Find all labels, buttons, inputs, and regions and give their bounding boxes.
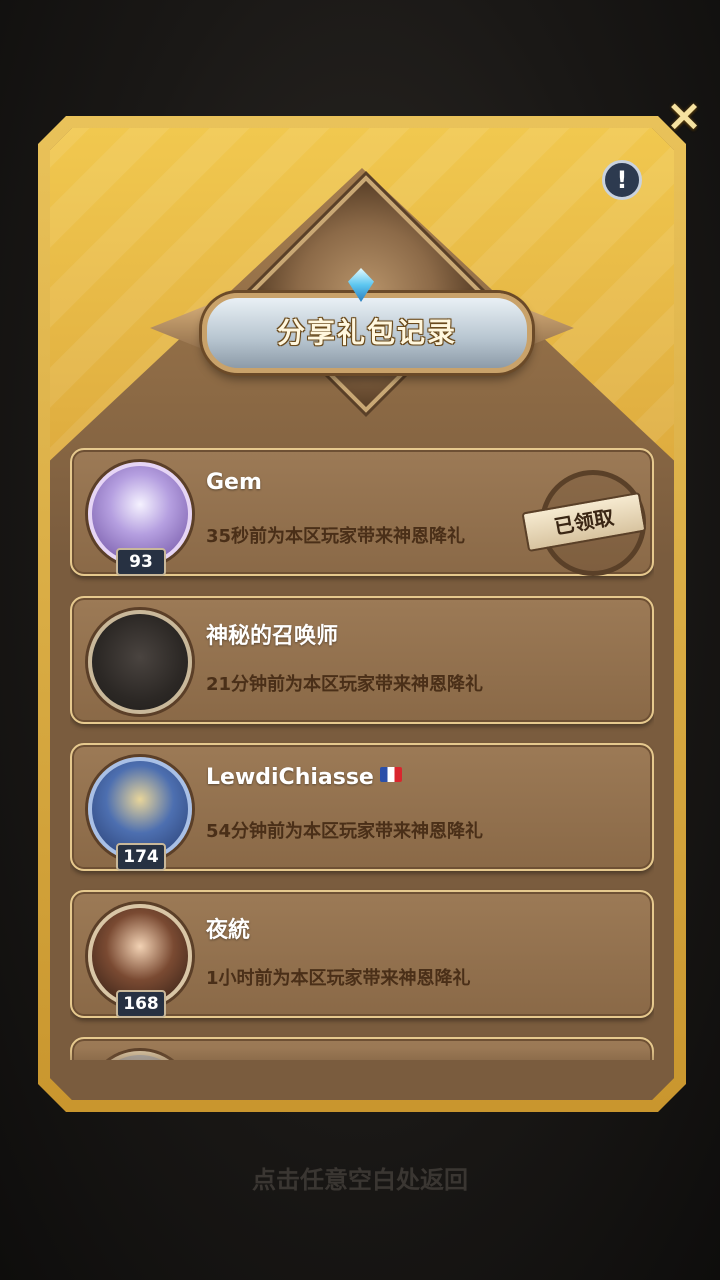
france-flag-icon xyxy=(379,767,402,782)
record-row: 93 Gem 35秒前为本区玩家带来神恩降礼 已领取 xyxy=(70,448,654,576)
record-row: 神秘的召唤师 21分钟前为本区玩家带来神恩降礼 xyxy=(70,596,654,724)
level-badge: 93 xyxy=(116,548,166,576)
info-icon[interactable]: ! xyxy=(602,160,642,200)
dialog-body: 分享礼包记录 ! 93 Gem 35秒前为本区玩家带来神恩降礼 已领取 神秘的召… xyxy=(50,128,674,1100)
level-badge: 174 xyxy=(116,843,166,871)
share-gift-record-dialog: 分享礼包记录 ! 93 Gem 35秒前为本区玩家带来神恩降礼 已领取 神秘的召… xyxy=(38,116,686,1112)
list-footer xyxy=(50,1048,674,1100)
record-row: 168 夜統 1小时前为本区玩家带来神恩降礼 xyxy=(70,890,654,1018)
record-message: 1小时前为本区玩家带来神恩降礼 xyxy=(206,968,471,989)
player-name: 神秘的召唤师 xyxy=(206,624,339,649)
level-badge: 168 xyxy=(116,990,166,1018)
title-plate: 分享礼包记录 xyxy=(202,293,532,373)
record-message: 54分钟前为本区玩家带来神恩降礼 xyxy=(206,821,484,842)
record-message: 21分钟前为本区玩家带来神恩降礼 xyxy=(206,674,484,695)
player-name: Gem xyxy=(206,470,262,495)
record-message: 35秒前为本区玩家带来神恩降礼 xyxy=(206,526,466,547)
player-name: LewdiChiasse xyxy=(206,765,402,790)
tap-to-return-hint[interactable]: 点击任意空白处返回 xyxy=(0,1160,720,1195)
record-row: 174 LewdiChiasse 54分钟前为本区玩家带来神恩降礼 xyxy=(70,743,654,871)
player-name-text: LewdiChiasse xyxy=(206,765,374,790)
player-name: 夜統 xyxy=(206,918,251,943)
avatar[interactable] xyxy=(88,610,192,714)
dialog-title: 分享礼包记录 xyxy=(276,316,457,349)
record-list[interactable]: 93 Gem 35秒前为本区玩家带来神恩降礼 已领取 神秘的召唤师 21分钟前为… xyxy=(70,448,654,1060)
